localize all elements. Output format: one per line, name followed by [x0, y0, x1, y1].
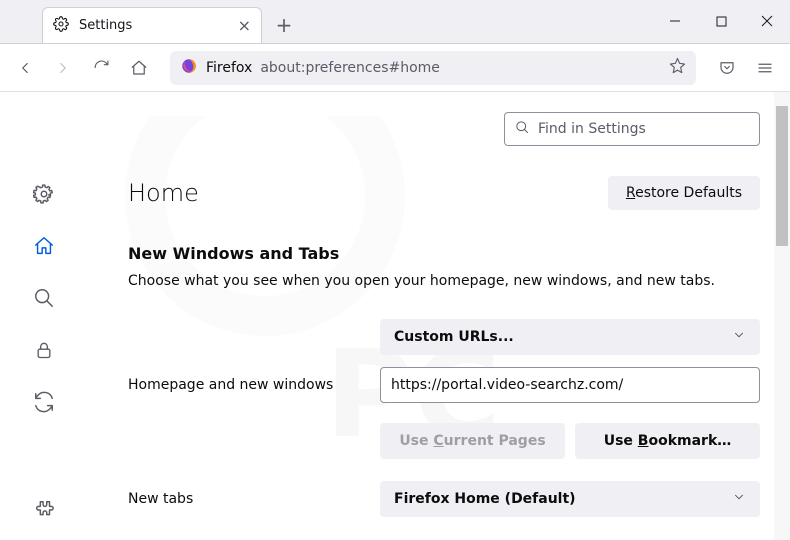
scrollbar-thumb[interactable]: [776, 106, 788, 246]
newtabs-label: New tabs: [128, 491, 368, 507]
maximize-button[interactable]: [698, 0, 744, 43]
tab-title: Settings: [79, 18, 132, 33]
homepage-label: Homepage and new windows: [128, 377, 368, 393]
restore-defaults-button[interactable]: Restore Defaults: [608, 176, 760, 210]
use-bookmark-button[interactable]: Use Bookmark…: [575, 423, 760, 459]
category-sidebar: [0, 92, 88, 540]
section-heading: New Windows and Tabs: [128, 244, 760, 263]
restore-label: estore Defaults: [635, 185, 742, 201]
reload-button[interactable]: [84, 51, 118, 85]
toolbar: Firefox about:preferences#home: [0, 44, 790, 92]
scrollbar[interactable]: [774, 92, 790, 540]
gear-icon: [53, 16, 69, 36]
homepage-url-input[interactable]: [380, 367, 760, 403]
sidebar-item-sync[interactable]: [32, 390, 56, 414]
url-bar[interactable]: Firefox about:preferences#home: [170, 51, 696, 85]
titlebar: Settings × +: [0, 0, 790, 44]
newtabs-select-value: Firefox Home (Default): [394, 491, 576, 507]
bookmark-star-icon[interactable]: [669, 57, 686, 78]
page-title: Home: [128, 179, 199, 207]
pocket-button[interactable]: [710, 51, 744, 85]
main-pane: Find in Settings Home Restore Defaults N…: [88, 92, 790, 540]
sidebar-item-home[interactable]: [32, 234, 56, 258]
new-tab-button[interactable]: +: [268, 9, 300, 41]
url-identity-label: Firefox: [206, 60, 252, 76]
sidebar-item-general[interactable]: [32, 182, 56, 206]
preferences-page: Find in Settings Home Restore Defaults N…: [0, 92, 790, 540]
window-controls: [652, 0, 790, 43]
section-description: Choose what you see when you open your h…: [128, 273, 760, 289]
home-button[interactable]: [122, 51, 156, 85]
chevron-down-icon: [732, 328, 746, 346]
newtabs-select[interactable]: Firefox Home (Default): [380, 481, 760, 517]
sidebar-item-extensions[interactable]: [32, 498, 56, 522]
sidebar-item-search[interactable]: [32, 286, 56, 310]
app-menu-button[interactable]: [748, 51, 782, 85]
chevron-down-icon: [732, 490, 746, 508]
back-button[interactable]: [8, 51, 42, 85]
close-window-button[interactable]: [744, 0, 790, 43]
browser-tab[interactable]: Settings ×: [42, 7, 262, 43]
forward-button[interactable]: [46, 51, 80, 85]
firefox-logo-icon: [180, 57, 198, 79]
homepage-mode-select[interactable]: Custom URLs...: [380, 319, 760, 355]
sidebar-item-privacy[interactable]: [32, 338, 56, 362]
minimize-button[interactable]: [652, 0, 698, 43]
search-icon: [515, 120, 530, 139]
url-text: about:preferences#home: [260, 60, 440, 76]
close-tab-icon[interactable]: ×: [238, 16, 251, 35]
find-placeholder: Find in Settings: [538, 121, 646, 137]
find-in-settings[interactable]: Find in Settings: [504, 112, 760, 146]
homepage-select-value: Custom URLs...: [394, 329, 514, 345]
use-current-pages-button[interactable]: Use Current Pages: [380, 423, 565, 459]
content-area: PC Find in Settings Home Restore Default…: [0, 92, 790, 540]
